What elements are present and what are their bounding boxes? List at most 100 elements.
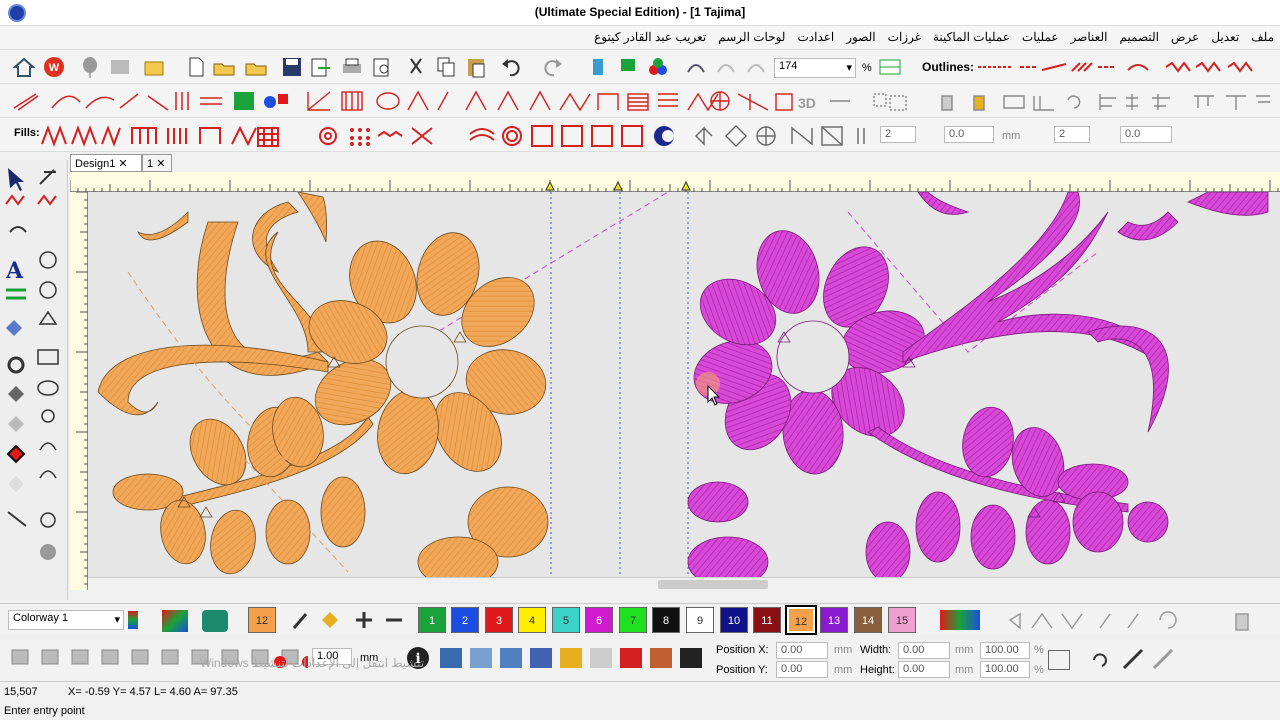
width-percent-input[interactable]: 100.00 bbox=[980, 642, 1030, 659]
horizontal-scrollbar[interactable] bbox=[88, 577, 1280, 591]
color-palette-icon[interactable] bbox=[162, 610, 188, 632]
outline-stitch-types[interactable] bbox=[976, 56, 1276, 78]
fill-count-input[interactable]: 2 bbox=[1054, 126, 1090, 143]
paste-icon[interactable] bbox=[464, 56, 488, 78]
position-x-input[interactable]: 0.00 bbox=[776, 642, 828, 659]
eyedropper-icon[interactable] bbox=[290, 608, 310, 632]
thread-swatch-3[interactable]: 3 bbox=[485, 607, 513, 633]
orange-design bbox=[97, 192, 549, 577]
wilcom-icon[interactable]: W bbox=[42, 56, 66, 78]
menu-item-6[interactable]: عمليات الماكينة bbox=[927, 26, 1016, 44]
close-icon[interactable]: ✕ bbox=[118, 158, 127, 170]
folder-open-icon[interactable] bbox=[142, 56, 166, 78]
menu-item-1[interactable]: تعديل bbox=[1205, 26, 1245, 44]
print-icon[interactable] bbox=[340, 56, 364, 78]
color-icon[interactable] bbox=[646, 56, 670, 78]
cut-icon[interactable] bbox=[404, 56, 428, 78]
slow-redraw-icon[interactable] bbox=[714, 56, 738, 78]
thread-swatch-11[interactable]: 11 bbox=[753, 607, 781, 633]
magenta-design bbox=[687, 192, 1269, 577]
new-file-icon[interactable] bbox=[184, 56, 208, 78]
print-preview-icon[interactable] bbox=[370, 56, 394, 78]
position-y-input[interactable]: 0.00 bbox=[776, 661, 828, 678]
view-tools[interactable]: i bbox=[404, 644, 704, 674]
colorway-list-icon[interactable] bbox=[128, 611, 138, 629]
thread-swatch-2[interactable]: 2 bbox=[451, 607, 479, 633]
vertical-ruler[interactable] bbox=[70, 191, 88, 590]
browse-icon[interactable] bbox=[244, 56, 268, 78]
proportional-lock-icon[interactable] bbox=[1048, 650, 1070, 670]
select-arrow-icon bbox=[8, 168, 24, 191]
thread-icon[interactable] bbox=[586, 56, 610, 78]
colorway-select[interactable]: Colorway 1 ▾ bbox=[8, 610, 124, 630]
tab-design1[interactable]: Design1 ✕ bbox=[70, 154, 142, 172]
close-icon[interactable]: ✕ bbox=[156, 158, 165, 170]
balloon-icon[interactable] bbox=[78, 56, 102, 78]
menu-item-7[interactable]: غرزات bbox=[882, 26, 927, 44]
remove-color-icon[interactable] bbox=[382, 608, 406, 632]
open-file-icon[interactable] bbox=[212, 56, 236, 78]
width-input[interactable]: 0.00 bbox=[898, 642, 950, 659]
thread-swatch-0[interactable]: 12 bbox=[248, 607, 276, 633]
thread-swatch-13[interactable]: 13 bbox=[820, 607, 848, 633]
menu-item-9[interactable]: اعدادت bbox=[791, 26, 840, 44]
save-icon[interactable] bbox=[280, 56, 304, 78]
fill-offset-input[interactable]: 0.0 bbox=[1120, 126, 1172, 143]
tab-1[interactable]: 1 ✕ bbox=[142, 154, 172, 172]
thread-swatch-5[interactable]: 5 bbox=[552, 607, 580, 633]
embroidery-design[interactable] bbox=[88, 192, 1280, 577]
add-color-icon[interactable] bbox=[352, 608, 376, 632]
zoom-combo[interactable]: 174 ▾ bbox=[774, 58, 856, 78]
thread-swatch-1[interactable]: 1 bbox=[418, 607, 446, 633]
menu-item-0[interactable]: ملف bbox=[1245, 26, 1280, 44]
thread-swatch-4[interactable]: 4 bbox=[518, 607, 546, 633]
travel-icon[interactable] bbox=[744, 56, 768, 78]
transform-tools[interactable] bbox=[690, 122, 880, 148]
height-percent-input[interactable]: 100.00 bbox=[980, 661, 1030, 678]
home-icon[interactable] bbox=[12, 56, 36, 78]
thread-swatch-10[interactable]: 10 bbox=[720, 607, 748, 633]
menu-item-10[interactable]: لوحات الرسم bbox=[712, 26, 791, 44]
edit-tools[interactable] bbox=[1088, 646, 1178, 674]
paint-bucket-icon[interactable] bbox=[318, 608, 342, 632]
redo-icon[interactable] bbox=[540, 56, 564, 78]
menu-item-5[interactable]: عمليات bbox=[1016, 26, 1065, 44]
design-canvas[interactable] bbox=[88, 192, 1280, 577]
menu-item-4[interactable]: العناصر bbox=[1065, 26, 1114, 44]
undo-icon[interactable] bbox=[500, 56, 524, 78]
toolbox-icons[interactable]: A bbox=[0, 160, 68, 600]
copy-icon[interactable] bbox=[434, 56, 458, 78]
thread-swatch-9[interactable]: 9 bbox=[686, 607, 714, 633]
scrollbar-thumb[interactable] bbox=[658, 580, 768, 589]
menu-bar: ملفتعديلعرضالتصميمالعناصرعملياتعمليات ال… bbox=[0, 26, 1280, 50]
fill-spacing-input[interactable]: 2 bbox=[880, 126, 916, 143]
menu-item-8[interactable]: الصور bbox=[840, 26, 881, 44]
thread-swatch-14[interactable]: 14 bbox=[854, 607, 882, 633]
stitch-player-icon[interactable] bbox=[684, 56, 708, 78]
activation-watermark: Windows تنشيط انتقل إلى الإعدادات لتنشيط bbox=[200, 656, 425, 670]
thread-swatch-6[interactable]: 6 bbox=[585, 607, 613, 633]
fill-stitch-types[interactable] bbox=[40, 122, 690, 148]
hoop-icon[interactable] bbox=[616, 56, 640, 78]
embroidery-icon[interactable] bbox=[108, 56, 132, 78]
grid-icon[interactable] bbox=[878, 56, 902, 78]
thread-swatch-12[interactable]: 12 bbox=[785, 605, 817, 635]
colorway-value: Colorway 1 bbox=[13, 612, 69, 624]
fills-label: Fills: bbox=[14, 127, 40, 139]
thread-swatch-15[interactable]: 15 bbox=[888, 607, 916, 633]
color-sequence-icon[interactable] bbox=[940, 610, 980, 630]
status-bar: 15,507 X= -0.59 Y= 4.57 L= 4.60 A= 97.35… bbox=[0, 656, 1280, 720]
menu-item-11[interactable]: تعريب عبد القادر كيتوع bbox=[588, 26, 712, 44]
menu-item-2[interactable]: عرض bbox=[1165, 26, 1205, 44]
height-input[interactable]: 0.00 bbox=[898, 661, 950, 678]
export-icon[interactable] bbox=[308, 56, 332, 78]
thread-swatch-7[interactable]: 7 bbox=[619, 607, 647, 633]
digitizing-tools[interactable]: 3D bbox=[8, 88, 1278, 114]
thread-swatch-8[interactable]: 8 bbox=[652, 607, 680, 633]
shirt-icon[interactable] bbox=[202, 610, 228, 632]
reshape-icon bbox=[39, 169, 56, 185]
horizontal-ruler[interactable] bbox=[69, 172, 1280, 192]
menu-item-3[interactable]: التصميم bbox=[1113, 26, 1165, 44]
fill-angle-input[interactable]: 0.0 bbox=[944, 126, 994, 143]
color-bar-tools[interactable] bbox=[1000, 608, 1270, 634]
